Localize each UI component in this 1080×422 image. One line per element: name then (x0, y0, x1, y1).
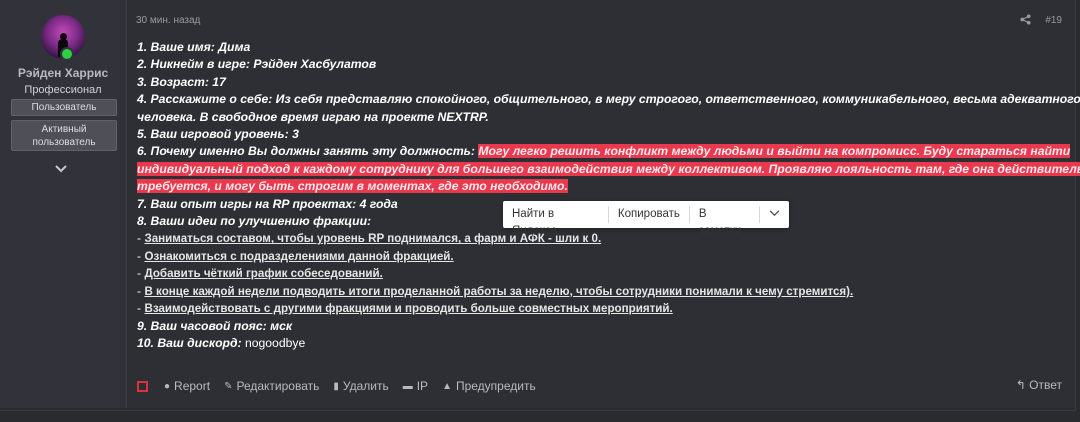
edit-label: Редактировать (236, 379, 320, 393)
ip-button[interactable]: ▬ IP (403, 379, 428, 393)
copy-button[interactable]: Копировать (609, 206, 690, 223)
chevron-down-icon[interactable] (760, 206, 789, 223)
selected-text: Могу легко решить конфликт между людьми … (478, 144, 1071, 159)
share-icon[interactable] (1020, 14, 1031, 28)
user-badge: Активный пользователь (11, 120, 117, 151)
question-text: 6. Почему именно Вы должны занять эту до… (137, 144, 475, 159)
post-body: 1. Ваше имя: Дима 2. Никнейм в игре: Рэй… (137, 39, 1080, 352)
post-number[interactable]: #19 (1045, 15, 1062, 26)
add-to-notes-button[interactable]: В заметки (690, 206, 760, 237)
forum-post: Рэйден Харрис Профессионал Пользователь … (0, 0, 1080, 411)
idea-item: - В конце каждой недели подводить итоги … (137, 283, 854, 298)
reply-button[interactable]: ↰ Ответ (1016, 378, 1062, 392)
idea-text: В конце каждой недели подводить итоги пр… (144, 284, 854, 298)
answer-line: 6. Почему именно Вы должны занять эту до… (137, 143, 1071, 160)
answer-line: 1. Ваше имя: Дима (137, 40, 251, 54)
user-title: Профессионал (24, 84, 102, 96)
selected-text: индивидуальный подход к каждому сотрудни… (137, 161, 1080, 176)
ip-label: IP (416, 379, 429, 393)
warn-label: Предупредить (455, 379, 536, 393)
reply-label: Ответ (1029, 378, 1062, 392)
user-info-panel: Рэйден Харрис Профессионал Пользователь … (0, 0, 127, 408)
warn-button[interactable]: ▲ Предупредить (442, 379, 536, 393)
answer-line: индивидуальный подход к каждому сотрудни… (137, 161, 1080, 178)
question-text: 10. Ваш дискорд: (137, 335, 242, 350)
edit-button[interactable]: ✎ Редактировать (224, 379, 319, 393)
online-status-icon (60, 47, 74, 61)
answer-line: 5. Ваш игровой уровень: 3 (137, 127, 299, 142)
username[interactable]: Рэйден Харрис (0, 66, 126, 80)
idea-text: Взаимодействовать с другими фракциями и … (144, 302, 673, 316)
selection-context-menu: Найти в Яндексе Копировать В заметки (503, 201, 789, 237)
report-button[interactable]: ● Report (164, 379, 210, 393)
delete-label: Удалить (342, 379, 389, 393)
answer-line: человека. В свободное время играю на про… (137, 109, 489, 124)
post-time[interactable]: 30 мин. назад (136, 15, 200, 26)
answer-line: 3. Возраст: 17 (137, 74, 226, 89)
reply-icon: ↰ (1015, 378, 1026, 392)
answer-text: nogoodbye (244, 335, 306, 350)
idea-item: - Ознакомиться с подразделениями данной … (137, 248, 454, 263)
idea-item: - Заниматься составом, чтобы уровень RP … (137, 231, 602, 246)
report-label: Report (174, 379, 211, 393)
answer-line: 9. Ваш часовой пояс: мск (137, 318, 293, 333)
select-checkbox[interactable] (137, 380, 148, 392)
answer-line: 2. Никнейм в игре: Рэйден Хасбулатов (137, 57, 377, 72)
search-yandex-button[interactable]: Найти в Яндексе (503, 206, 609, 237)
idea-item: - Взаимодействовать с другими фракциями … (137, 301, 673, 316)
trash-icon: ▮ (333, 380, 339, 392)
answer-line: 10. Ваш дискорд: nogoodbye (137, 335, 1057, 352)
answer-line: требуется, и могу быть строгим в момента… (137, 178, 1057, 195)
id-card-icon: ▬ (402, 380, 413, 392)
post-content: 30 мин. назад #19 1. Ваше имя: Дима 2. Н… (127, 0, 1080, 408)
idea-text: Добавить чёткий график собеседований. (144, 267, 383, 281)
idea-text: Ознакомиться с подразделениями данной фр… (144, 249, 454, 263)
pencil-icon: ✎ (224, 380, 233, 392)
idea-item: - Добавить чёткий график собеседований. (137, 266, 383, 281)
delete-button[interactable]: ▮ Удалить (333, 379, 388, 393)
warning-icon: ▲ (442, 380, 452, 392)
user-badge-label: Активный пользователь (32, 124, 96, 148)
user-badge: Пользователь (11, 99, 117, 116)
info-icon: ● (164, 380, 171, 392)
post-actions: ● Report ✎ Редактировать ▮ Удалить ▬ IP ▲ Пре… (137, 378, 550, 394)
chevron-down-icon[interactable] (55, 160, 67, 176)
selected-text: требуется, и могу быть строгим в момента… (137, 179, 568, 194)
answer-line: 4. Расскажите о себе: Из себя представля… (137, 92, 1080, 107)
